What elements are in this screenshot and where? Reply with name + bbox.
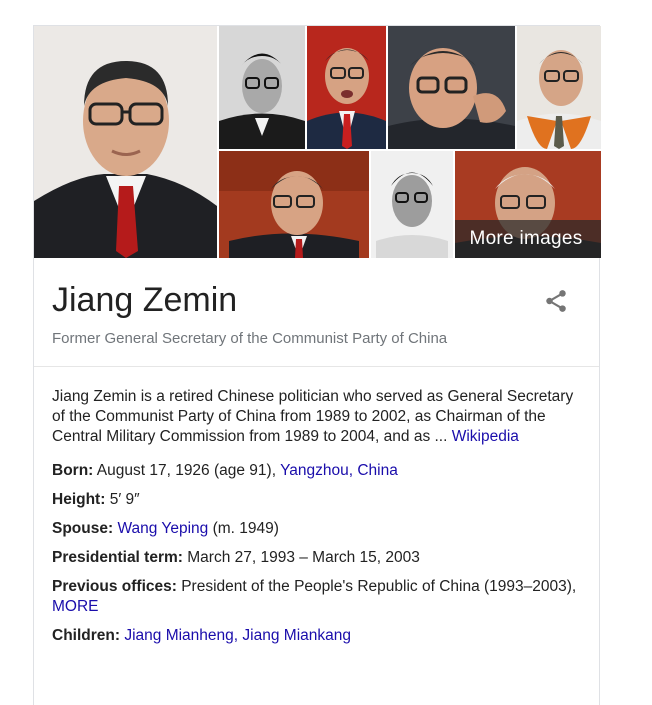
photo-young-bw-2[interactable]: [371, 151, 453, 258]
entity-body: Jiang Zemin is a retired Chinese politic…: [34, 367, 599, 646]
fact-value: (m. 1949): [208, 520, 279, 537]
fact-label: Spouse:: [52, 520, 114, 537]
photo-red-background[interactable]: [307, 26, 386, 149]
entity-header: Jiang Zemin Former General Secretary of …: [34, 258, 599, 367]
photo-side-profile[interactable]: [219, 151, 369, 258]
fact-value: 5′ 9″: [105, 491, 140, 508]
fact-spouse: Spouse: Wang Yeping (m. 1949): [52, 519, 581, 539]
fact-label: Height:: [52, 491, 106, 508]
fact-previous-offices: Previous offices: President of the Peopl…: [52, 577, 581, 617]
fact-value: August 17, 1926 (age 91),: [93, 462, 281, 479]
more-images-button[interactable]: More images: [455, 220, 601, 258]
child-link-1[interactable]: Jiang Mianheng: [124, 627, 233, 644]
share-icon[interactable]: [543, 288, 569, 314]
fact-label: Children:: [52, 627, 121, 644]
fact-presidential-term: Presidential term: March 27, 1993 – Marc…: [52, 548, 581, 568]
fact-born: Born: August 17, 1926 (age 91), Yangzhou…: [52, 461, 581, 481]
entity-subtitle: Former General Secretary of the Communis…: [52, 330, 448, 347]
spouse-link[interactable]: Wang Yeping: [117, 520, 208, 537]
child-link-2[interactable]: Jiang Miankang: [242, 627, 351, 644]
fact-label: Presidential term:: [52, 549, 183, 566]
more-offices-link[interactable]: MORE: [52, 598, 99, 615]
fact-label: Previous offices:: [52, 578, 177, 595]
birthplace-link[interactable]: Yangzhou, China: [280, 462, 398, 479]
image-gallery: More images: [34, 26, 601, 258]
fact-value: March 27, 1993 – March 15, 2003: [182, 549, 420, 566]
fact-value: President of the People's Republic of Ch…: [176, 578, 577, 595]
photo-more-images[interactable]: More images: [455, 151, 601, 258]
description: Jiang Zemin is a retired Chinese politic…: [52, 387, 581, 447]
entity-title: Jiang Zemin: [52, 281, 238, 319]
photo-orange-scarf[interactable]: [517, 26, 601, 149]
fact-children: Children: Jiang Mianheng, Jiang Miankang: [52, 626, 581, 646]
fact-label: Born:: [52, 462, 94, 479]
photo-adjusting-glasses[interactable]: [388, 26, 515, 149]
wikipedia-link[interactable]: Wikipedia: [452, 428, 519, 445]
photo-young-bw[interactable]: [219, 26, 305, 149]
knowledge-panel: More images Jiang Zemin Former General S…: [33, 25, 601, 705]
main-photo[interactable]: [34, 26, 217, 258]
fact-height: Height: 5′ 9″: [52, 490, 581, 510]
